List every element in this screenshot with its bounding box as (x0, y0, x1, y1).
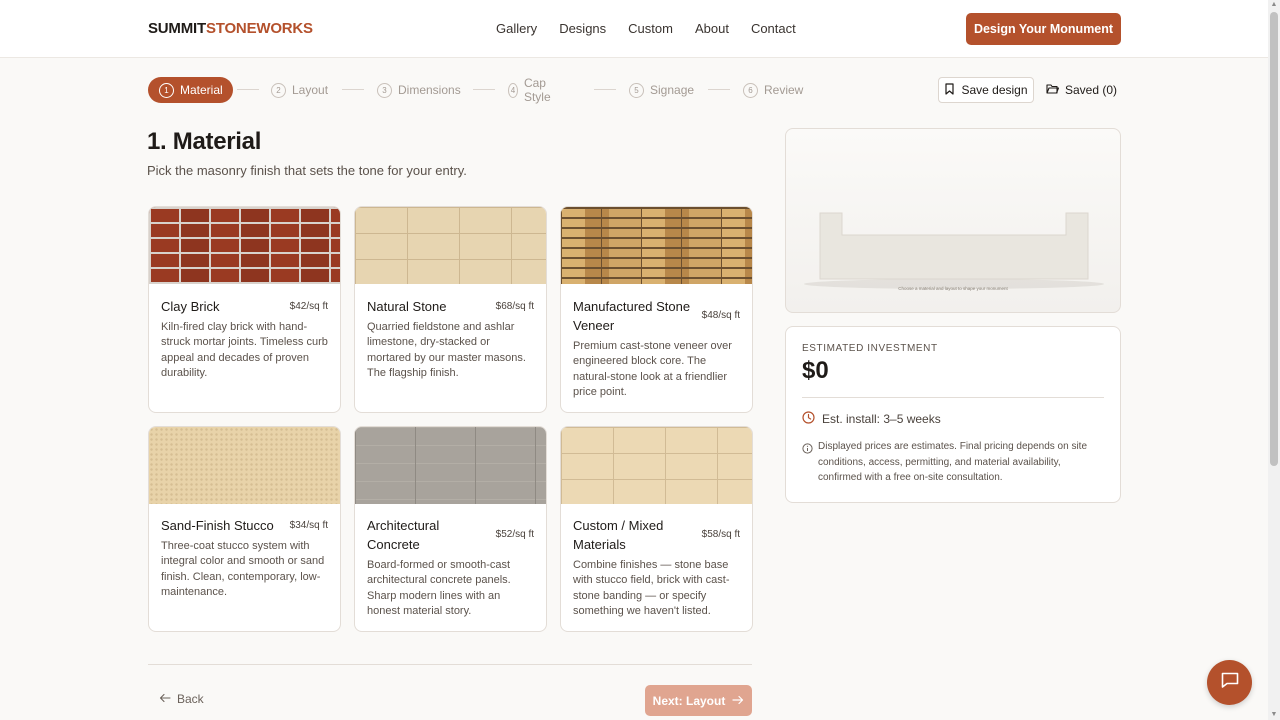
step-label: Review (764, 83, 804, 97)
step-dimensions[interactable]: 3 Dimensions (377, 77, 461, 103)
material-description: Board-formed or smooth-cast architectura… (367, 559, 511, 617)
clock-icon (802, 411, 815, 427)
chat-bubble-icon (1220, 670, 1240, 695)
brand-name-part2: STONEWORKS (205, 20, 313, 37)
step-connector (594, 89, 616, 90)
main-nav: Gallery Designs Custom About Contact (496, 21, 796, 36)
step-connector (237, 89, 259, 90)
nav-custom[interactable]: Custom (628, 21, 673, 36)
estimate-amount: $0 (802, 357, 829, 384)
save-design-button[interactable]: Save design (938, 77, 1034, 103)
step-number: 2 (271, 82, 286, 98)
nav-gallery[interactable]: Gallery (496, 21, 537, 36)
material-swatch-image (355, 427, 546, 504)
step-layout[interactable]: 2 Layout (271, 77, 328, 103)
material-card-natural-stone[interactable]: Natural Stone $68/sq ft Quarried fieldst… (354, 206, 547, 413)
material-name: Natural Stone (367, 299, 447, 314)
material-card-concrete[interactable]: Architectural Concrete $52/sq ft Board-f… (354, 426, 547, 632)
saved-designs-label: Saved (0) (1065, 83, 1118, 97)
material-name: Architectural Concrete (367, 518, 440, 552)
folder-open-icon (1046, 83, 1060, 97)
material-name: Clay Brick (161, 299, 220, 314)
step-label: Cap Style (523, 76, 551, 104)
material-name: Sand-Finish Stucco (161, 518, 274, 533)
brand-name-part1: SUMMIT (148, 20, 206, 37)
step-material[interactable]: 1 Material (148, 77, 233, 103)
estimate-divider (802, 397, 1104, 398)
material-swatch-image (149, 207, 340, 284)
scroll-thumb[interactable] (1270, 12, 1278, 466)
back-button[interactable]: Back (159, 692, 204, 706)
material-swatch-image (561, 207, 752, 284)
preview-caption: Choose a material and layout to shape yo… (898, 286, 1008, 291)
material-swatch-image (149, 427, 340, 504)
material-description: Kiln-fired clay brick with hand-struck m… (161, 321, 328, 379)
material-price: $58/sq ft (701, 529, 740, 540)
monument-preview: Choose a material and layout to shape yo… (785, 128, 1121, 313)
pricing-disclaimer: Displayed prices are estimates. Final pr… (802, 439, 1107, 486)
step-connector (342, 89, 364, 90)
scroll-up-arrow-icon[interactable]: ▲ (1270, 0, 1278, 10)
step-number: 4 (508, 82, 518, 98)
step-review[interactable]: 6 Review (743, 77, 803, 103)
footer-divider (148, 664, 752, 665)
arrow-right-icon (732, 694, 744, 708)
step-label: Signage (650, 83, 695, 97)
pricing-disclaimer-text: Displayed prices are estimates. Final pr… (818, 441, 1088, 483)
next-label: Next: Layout (652, 693, 726, 708)
bookmark-icon (944, 82, 955, 98)
saved-designs-button[interactable]: Saved (0) (1046, 77, 1117, 103)
material-name: Manufactured Stone Veneer (573, 299, 691, 333)
step-label: Material (180, 83, 223, 97)
material-swatch-image (561, 427, 752, 504)
site-header: SUMMITSTONEWORKS Gallery Designs Custom … (0, 0, 1268, 58)
step-number: 5 (629, 82, 644, 98)
material-card-stucco[interactable]: Sand-Finish Stucco $34/sq ft Three-coat … (148, 426, 341, 632)
page-title: 1. Material (147, 128, 262, 155)
step-number: 6 (743, 82, 758, 98)
chat-button[interactable] (1207, 660, 1252, 705)
material-price: $34/sq ft (289, 520, 328, 531)
material-description: Quarried fieldstone and ashlar limestone… (367, 321, 526, 379)
nav-about[interactable]: About (695, 21, 729, 36)
step-number: 3 (377, 82, 392, 98)
material-card-custom-mixed[interactable]: Custom / Mixed Materials $58/sq ft Combi… (560, 426, 753, 632)
nav-contact[interactable]: Contact (751, 21, 796, 36)
nav-designs[interactable]: Designs (559, 21, 606, 36)
material-swatch-image (355, 207, 546, 284)
brand-logo[interactable]: SUMMITSTONEWORKS (148, 20, 313, 37)
material-card-stone-veneer[interactable]: Manufactured Stone Veneer $48/sq ft Prem… (560, 206, 753, 413)
page-scrollbar[interactable]: ▲ ▼ (1268, 0, 1280, 720)
material-description: Three-coat stucco system with integral c… (161, 540, 325, 598)
material-card-clay-brick[interactable]: Clay Brick $42/sq ft Kiln-fired clay bri… (148, 206, 341, 413)
step-signage[interactable]: 5 Signage (629, 77, 694, 103)
step-cap-style[interactable]: 4 Cap Style (508, 76, 556, 104)
back-label: Back (177, 692, 204, 706)
estimate-label: ESTIMATED INVESTMENT (802, 343, 938, 354)
scroll-down-arrow-icon[interactable]: ▼ (1270, 710, 1278, 720)
next-layout-button[interactable]: Next: Layout (645, 685, 752, 716)
material-name: Custom / Mixed Materials (573, 518, 664, 552)
step-label: Dimensions (398, 83, 461, 97)
install-estimate: Est. install: 3–5 weeks (802, 411, 941, 427)
material-price: $42/sq ft (289, 301, 328, 312)
material-price: $68/sq ft (495, 301, 534, 312)
info-icon (802, 439, 813, 486)
material-price: $52/sq ft (495, 529, 534, 540)
estimate-panel: ESTIMATED INVESTMENT $0 Est. install: 3–… (785, 326, 1121, 503)
step-connector (473, 89, 495, 90)
page-subtitle: Pick the masonry finish that sets the to… (147, 163, 467, 178)
save-design-label: Save design (961, 83, 1028, 97)
material-description: Combine finishes — stone base with stucc… (573, 559, 730, 617)
step-connector (708, 89, 730, 90)
step-label: Layout (292, 83, 329, 97)
install-estimate-text: Est. install: 3–5 weeks (822, 412, 941, 426)
arrow-left-icon (159, 692, 171, 706)
material-price: $48/sq ft (701, 310, 740, 321)
design-monument-button[interactable]: Design Your Monument (966, 13, 1121, 45)
material-description: Premium cast-stone veneer over engineere… (573, 340, 732, 398)
step-number: 1 (159, 82, 174, 98)
